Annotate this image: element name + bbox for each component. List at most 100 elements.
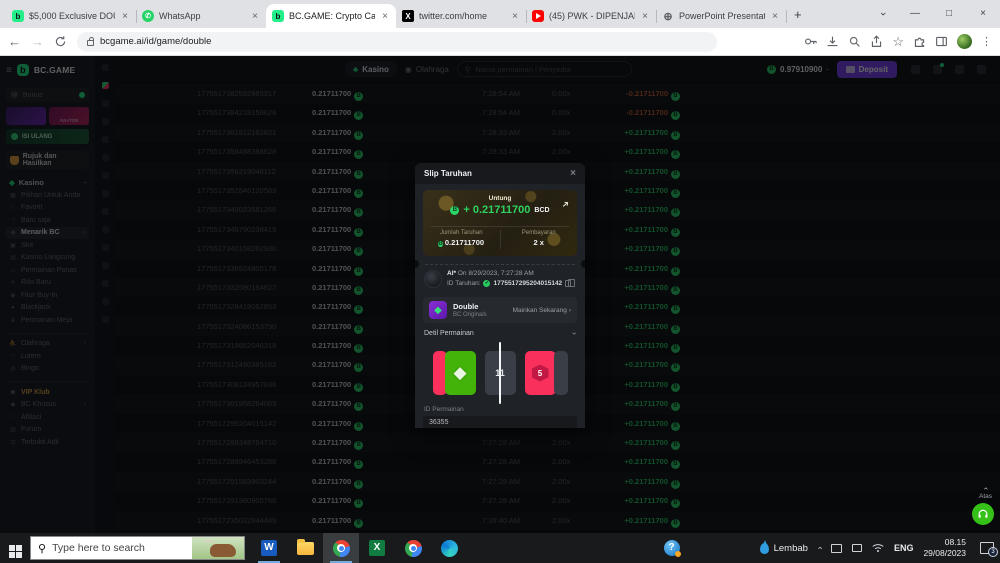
date-value: 29/08/2023 bbox=[923, 548, 966, 559]
tab-search-icon[interactable]: › bbox=[877, 0, 889, 29]
tab-title: BC.GAME: Crypto Casi bbox=[289, 11, 375, 21]
browser-tab[interactable]: b$5,000 Exclusive DOU× bbox=[6, 4, 136, 28]
taskbar-excel-icon[interactable]: X bbox=[359, 533, 395, 563]
bet-amount-label: Jumlah Taruhan bbox=[423, 230, 500, 236]
side-panel-icon[interactable] bbox=[935, 35, 948, 48]
url-bar[interactable]: bcgame.ai/id/game/double bbox=[77, 32, 717, 52]
modal-title: Slip Taruhan bbox=[424, 169, 472, 178]
hidden-icons-chevron[interactable]: › bbox=[814, 547, 824, 550]
result-tile-gem: ◆ bbox=[445, 351, 476, 395]
extensions-icon[interactable] bbox=[913, 35, 926, 48]
browser-menu-icon[interactable]: ⋮ bbox=[981, 35, 992, 48]
taskbar-word-icon[interactable]: W bbox=[251, 533, 287, 563]
modal-close-icon[interactable]: × bbox=[570, 168, 576, 179]
share-icon[interactable] bbox=[870, 35, 883, 48]
browser-tab[interactable]: (45) PWK - DIPENJARA× bbox=[526, 4, 656, 28]
browser-tab[interactable]: ✆ WhatsApp × bbox=[136, 4, 266, 28]
result-tile-5: 5 bbox=[525, 351, 556, 395]
win-amount: + 0.21711700 bbox=[463, 204, 530, 216]
currency-label: BCD bbox=[534, 207, 549, 214]
notification-badge: 3 bbox=[988, 547, 998, 557]
taskbar-chrome-icon[interactable] bbox=[395, 533, 431, 563]
time-value: 08.15 bbox=[923, 537, 966, 548]
tab-close-icon[interactable]: × bbox=[770, 11, 780, 22]
taskbar-clock[interactable]: 08.15 29/08/2023 bbox=[923, 537, 966, 558]
help-app-icon[interactable]: ? bbox=[664, 540, 680, 556]
tab-close-icon[interactable]: × bbox=[120, 11, 130, 22]
tab-title: WhatsApp bbox=[159, 11, 245, 21]
bettor-info: Al* On 8/29/2023, 7:27:28 AM ID Taruhan:… bbox=[424, 270, 576, 288]
payout-label: Pembayaran bbox=[501, 230, 578, 236]
scroll-to-top[interactable]: › Atas bbox=[979, 484, 992, 500]
search-highlight-image[interactable] bbox=[192, 537, 244, 560]
youtube-favicon bbox=[532, 10, 544, 22]
minimize-button[interactable]: — bbox=[898, 0, 932, 28]
game-name: Double bbox=[453, 302, 487, 311]
windows-taskbar: ⚲ Type here to search W X ? Lembab › ENG… bbox=[0, 533, 1000, 563]
game-provider: BC Originals bbox=[453, 312, 487, 318]
bet-amount-value: B 0.21711700 bbox=[423, 238, 500, 249]
weather-label: Lembab bbox=[774, 543, 808, 554]
browser-tab[interactable]: ⊕ PowerPoint Presentati × bbox=[656, 4, 786, 28]
untung-label: Untung bbox=[423, 190, 577, 202]
tab-close-icon[interactable]: × bbox=[510, 11, 520, 22]
result-tile-gray-partial bbox=[554, 351, 568, 395]
new-tab-button[interactable]: + bbox=[794, 7, 802, 22]
support-chat-button[interactable] bbox=[972, 503, 994, 525]
wifi-icon[interactable] bbox=[872, 543, 884, 553]
headset-icon bbox=[977, 508, 989, 520]
taskbar-edge-icon[interactable] bbox=[431, 533, 467, 563]
bcgame-page: ≡ b BC.GAME 🎁︎ Bonus AVIATOR ISI ULANG R… bbox=[0, 56, 1000, 533]
whatsapp-favicon: ✆ bbox=[142, 10, 154, 22]
install-icon[interactable] bbox=[826, 35, 839, 48]
tab-close-icon[interactable]: × bbox=[250, 11, 260, 22]
play-now-link[interactable]: Mainkan Sekarang› bbox=[513, 307, 571, 314]
reload-icon[interactable] bbox=[54, 35, 67, 48]
x-favicon: X bbox=[402, 10, 414, 22]
verified-check-icon: ✓ bbox=[483, 280, 490, 287]
game-detail-toggle[interactable]: Detil Permainan › bbox=[424, 329, 576, 338]
humidity-droplet-icon bbox=[760, 543, 769, 554]
password-key-icon[interactable] bbox=[804, 35, 817, 48]
double-game-icon: ◆ bbox=[429, 301, 447, 319]
tab-close-icon[interactable]: × bbox=[380, 11, 390, 22]
taskbar-explorer-icon[interactable] bbox=[287, 533, 323, 563]
taskbar-chrome-active-icon[interactable] bbox=[323, 533, 359, 563]
game-id-value[interactable]: 36355 bbox=[423, 416, 577, 428]
tab-title: PowerPoint Presentati bbox=[679, 11, 765, 21]
bet-datetime: On 8/29/2023, 7:27:28 AM bbox=[458, 270, 534, 277]
bookmark-star-icon[interactable]: ☆ bbox=[892, 34, 904, 50]
maximize-button[interactable]: □ bbox=[932, 0, 966, 28]
taskbar-search-input[interactable]: ⚲ Type here to search bbox=[30, 536, 245, 560]
tabs-container: b$5,000 Exclusive DOU× ✆ WhatsApp × b BC.GAME… bbox=[0, 0, 786, 28]
game-info-row[interactable]: ◆ Double BC Originals Mainkan Sekarang› bbox=[423, 297, 577, 323]
battery-icon[interactable] bbox=[852, 544, 862, 552]
bet-id-label: ID Taruhan: bbox=[447, 280, 480, 287]
bc-favicon: b bbox=[12, 10, 24, 22]
atas-label: Atas bbox=[979, 493, 992, 500]
back-icon[interactable]: ← bbox=[8, 34, 21, 49]
windows-logo-icon bbox=[9, 545, 22, 558]
language-indicator[interactable]: ENG bbox=[894, 543, 914, 553]
bc-favicon: b bbox=[272, 10, 284, 22]
browser-tab[interactable]: b BC.GAME: Crypto Casi × bbox=[266, 4, 396, 28]
notification-center-icon[interactable]: 3 bbox=[980, 542, 994, 554]
forward-icon[interactable]: → bbox=[31, 34, 44, 49]
tablet-mode-icon[interactable] bbox=[831, 544, 842, 553]
taskbar-search-placeholder: Type here to search bbox=[52, 542, 145, 554]
zoom-icon[interactable] bbox=[848, 35, 861, 48]
weather-widget[interactable]: Lembab bbox=[760, 543, 808, 554]
detail-label: Detil Permainan bbox=[424, 330, 474, 337]
url-text[interactable]: bcgame.ai/id/game/double bbox=[100, 36, 211, 47]
tab-close-icon[interactable]: × bbox=[640, 11, 650, 22]
bcd-coin-icon: B bbox=[450, 206, 459, 215]
chevron-right-icon: › bbox=[569, 307, 571, 314]
profile-avatar[interactable] bbox=[957, 34, 972, 49]
game-id-label: ID Permainan bbox=[424, 406, 464, 413]
copy-icon[interactable] bbox=[565, 280, 571, 287]
browser-tab[interactable]: Xtwitter.com/home× bbox=[396, 4, 526, 28]
globe-favicon: ⊕ bbox=[662, 10, 674, 22]
start-button[interactable] bbox=[0, 538, 30, 558]
close-window-button[interactable]: × bbox=[966, 0, 1000, 28]
diamond-gem-icon: ◆ bbox=[453, 363, 466, 383]
